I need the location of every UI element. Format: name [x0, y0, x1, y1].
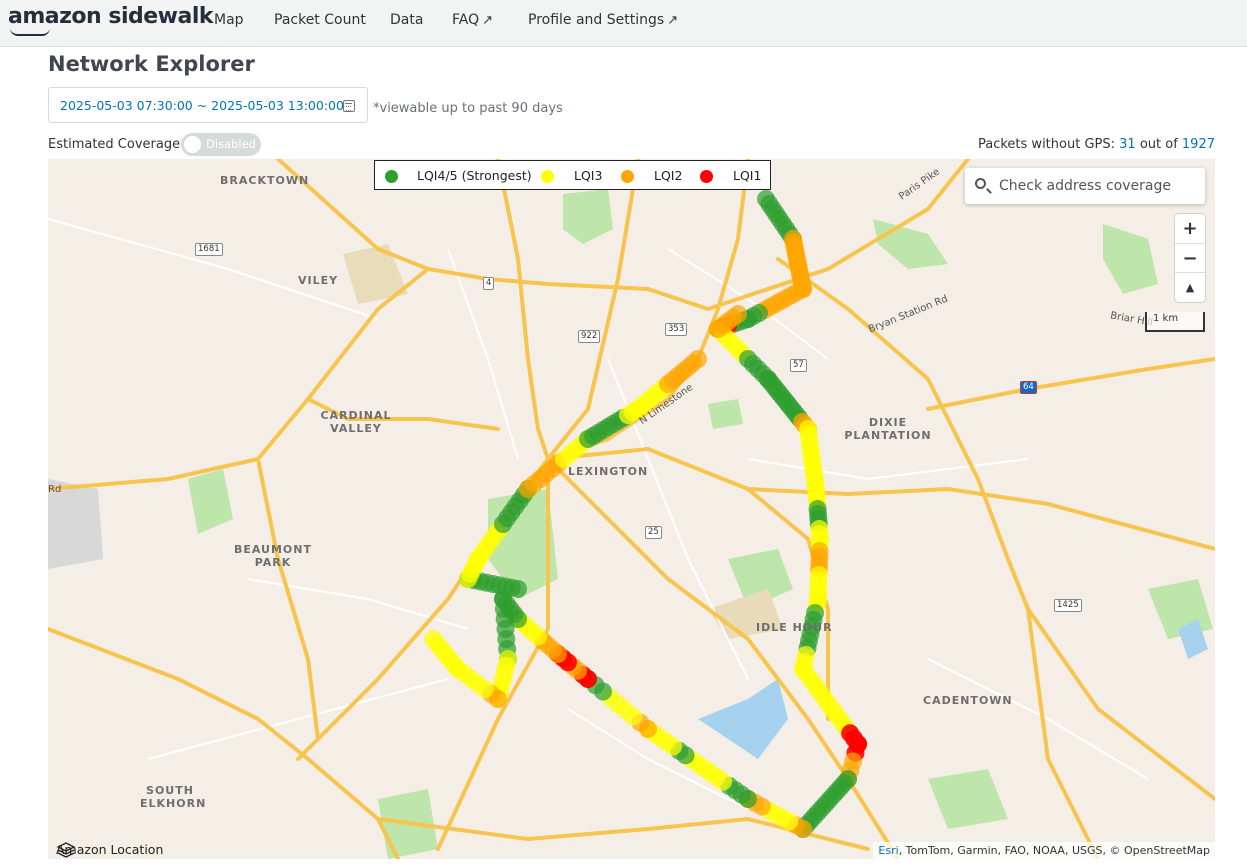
legend-label-lqi3: LQI3 — [574, 168, 603, 183]
legend-dot-lqi3 — [541, 170, 554, 183]
nav-data[interactable]: Data — [390, 12, 423, 28]
attribution-text: , TomTom, Garmin, FAO, NOAA, USGS, © Ope… — [898, 844, 1210, 857]
route-shield-4: 4 — [483, 277, 495, 290]
route-shield-1425: 1425 — [1054, 599, 1082, 612]
search-icon — [975, 178, 986, 189]
packets-without-gps: Packets without GPS: 31 out of 1927 — [978, 137, 1215, 152]
packets-total-count[interactable]: 1927 — [1182, 137, 1215, 152]
calendar-icon[interactable] — [343, 100, 355, 112]
map-attribution: Esri, TomTom, Garmin, FAO, NOAA, USGS, ©… — [873, 842, 1215, 859]
attribution-esri-link[interactable]: Esri — [878, 844, 898, 857]
route-shield-353: 353 — [665, 323, 688, 336]
nav-profile-settings-link[interactable]: Profile and Settings ↗ — [528, 12, 678, 28]
place-lexington: LEXINGTON — [568, 465, 649, 478]
date-range-value: 2025-05-03 07:30:00 ~ 2025-05-03 13:00:0… — [60, 98, 344, 113]
legend-dot-lqi2 — [621, 170, 634, 183]
legend-label-lqi1: LQI1 — [733, 168, 762, 183]
route-shield-64: 64 — [1020, 381, 1037, 394]
toggle-knob — [184, 136, 201, 153]
coverage-map[interactable]: BRACKTOWN VILEY CARDINAL VALLEY BEAUMONT… — [48, 159, 1215, 859]
place-cardinal-valley: CARDINAL VALLEY — [320, 409, 392, 435]
estimated-coverage-toggle[interactable]: Disabled — [181, 133, 261, 156]
nav-faq-label: FAQ — [452, 12, 480, 28]
place-cadentown: CADENTOWN — [923, 694, 1013, 707]
zoom-out-button[interactable]: − — [1175, 243, 1205, 272]
amazon-sidewalk-logo[interactable]: amazon sidewalk — [8, 4, 214, 29]
packet-dot[interactable] — [424, 630, 442, 648]
legend-dot-lqi1 — [700, 170, 713, 183]
place-south-elkhorn: SOUTH ELKHORN — [140, 784, 207, 810]
estimated-coverage-label: Estimated Coverage: — [48, 137, 185, 152]
map-basemap — [48, 159, 1215, 859]
road-label-rd: Rd — [48, 484, 62, 495]
legend-label-lqi2: LQI2 — [654, 168, 683, 183]
place-dixie-plantation: DIXIE PLANTATION — [844, 416, 932, 442]
packets-missing-count[interactable]: 31 — [1119, 137, 1136, 152]
amazon-location-icon — [56, 842, 76, 858]
compass-icon[interactable]: ▲ — [1175, 272, 1205, 301]
amazon-location-logo: Amazon Location — [56, 842, 163, 858]
route-shield-25: 25 — [645, 526, 662, 539]
map-scale-bar: 1 km — [1145, 312, 1205, 332]
nav-packet-count[interactable]: Packet Count — [274, 12, 366, 28]
route-shield-57: 57 — [790, 359, 807, 372]
toggle-state-label: Disabled — [206, 137, 256, 151]
route-shield-922: 922 — [578, 330, 601, 343]
nav-faq-link[interactable]: FAQ ↗ — [452, 12, 493, 28]
legend-dot-lqi45 — [385, 170, 398, 183]
packets-mid: out of — [1139, 137, 1178, 152]
place-idle-hour: IDLE HOUR — [756, 621, 833, 634]
external-link-icon: ↗ — [667, 13, 679, 28]
external-link-icon: ↗ — [482, 13, 494, 28]
nav-profile-settings-label: Profile and Settings — [528, 12, 665, 28]
place-viley: VILEY — [298, 274, 339, 287]
date-range-picker[interactable]: 2025-05-03 07:30:00 ~ 2025-05-03 13:00:0… — [48, 87, 368, 123]
lqi-legend: LQI4/5 (Strongest) LQI3 LQI2 LQI1 — [374, 160, 771, 190]
zoom-in-button[interactable]: + — [1175, 214, 1205, 243]
logo-smile-icon — [10, 28, 50, 36]
place-beaumont-park: BEAUMONT PARK — [233, 543, 312, 569]
top-navigation: amazon sidewalk Map Packet Count Data FA… — [0, 0, 1247, 47]
packets-prefix: Packets without GPS: — [978, 137, 1115, 152]
page-title: Network Explorer — [48, 52, 255, 76]
packet-dot[interactable] — [689, 350, 707, 368]
place-bracktown: BRACKTOWN — [220, 174, 310, 187]
date-range-note: *viewable up to past 90 days — [373, 101, 563, 116]
packet-dot[interactable] — [729, 305, 747, 323]
nav-map[interactable]: Map — [214, 12, 244, 28]
route-shield-1681: 1681 — [195, 243, 223, 256]
address-search-input[interactable] — [999, 175, 1195, 197]
address-search-box[interactable] — [965, 168, 1205, 204]
zoom-controls: + − ▲ — [1175, 214, 1205, 302]
legend-label-lqi45: LQI4/5 (Strongest) — [417, 168, 532, 183]
